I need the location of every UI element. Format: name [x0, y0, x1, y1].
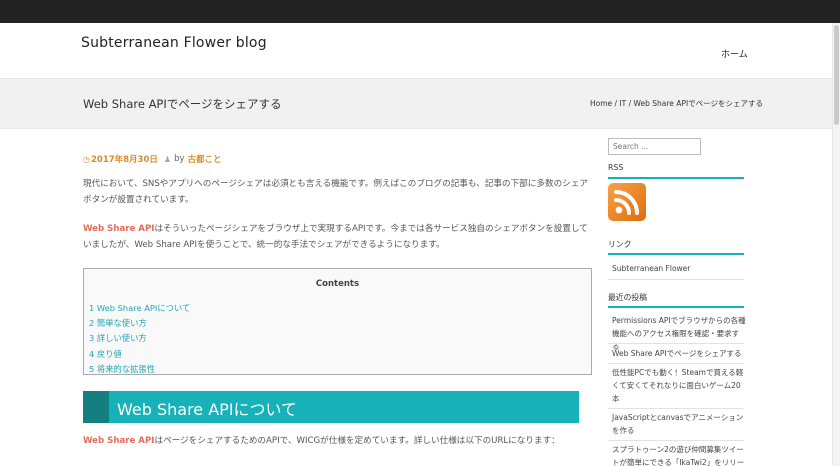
- sidebar-divider: [608, 363, 744, 364]
- widget-title-rss: RSS: [608, 163, 744, 179]
- widget-title-links: リンク: [608, 239, 744, 255]
- toc-title: Contents: [315, 279, 360, 289]
- top-black-bar: [0, 0, 840, 23]
- rss-icon[interactable]: [608, 183, 646, 221]
- sidebar-divider: [608, 440, 744, 441]
- clock-icon: ◷: [83, 154, 90, 164]
- article: ◷ 2017年8月30日 ♟ by 古都こと 現代において、SNSやアプリへのペ…: [83, 152, 593, 446]
- recent-post-item[interactable]: Web Share APIでページをシェアする: [612, 347, 746, 360]
- toc-item[interactable]: 2 簡単な使い方: [89, 316, 190, 331]
- widget-title-recent: 最近の投稿: [608, 292, 744, 308]
- user-icon: ♟: [163, 154, 172, 164]
- sidebar-link-item[interactable]: Subterranean Flower: [612, 262, 746, 275]
- paragraph-text: はページをシェアするためのAPIで、WICGが仕様を定めています。詳しい仕様は以…: [154, 436, 560, 446]
- site-title[interactable]: Subterranean Flower blog: [81, 35, 267, 51]
- post-author[interactable]: 古都こと: [188, 153, 222, 165]
- breadcrumb-current: Web Share APIでページをシェアする: [633, 99, 764, 108]
- section-heading-text: Web Share APIについて: [117, 400, 298, 419]
- toc-item[interactable]: 4 戻り値: [89, 347, 190, 362]
- widget-title-underline: [608, 177, 744, 179]
- breadcrumb-home[interactable]: Home: [590, 99, 612, 108]
- nav-item-home[interactable]: ホーム: [721, 47, 748, 60]
- paragraph-text: はそういったページシェアをブラウザ上で実現するAPIです。今までは各サービス独自…: [83, 224, 588, 250]
- scrollbar-thumb[interactable]: [834, 25, 839, 125]
- recent-post-item[interactable]: 低性能PCでも動く！Steamで買える軽くて安くてそれなりに面白いゲーム20本: [612, 366, 746, 405]
- post-meta: ◷ 2017年8月30日 ♟ by 古都こと: [83, 152, 593, 166]
- breadcrumb: Home / IT / Web Share APIでページをシェアする: [590, 98, 763, 109]
- article-paragraph: Web Share APIはそういったページシェアをブラウザ上で実現するAPIで…: [83, 221, 593, 253]
- article-paragraph: Web Share APIはページをシェアするためのAPIで、WICGが仕様を定…: [83, 433, 593, 449]
- section-heading: Web Share APIについて: [83, 391, 579, 423]
- table-of-contents: Contents 1 Web Share APIについて 2 簡単な使い方 3 …: [83, 268, 592, 375]
- post-date[interactable]: 2017年8月30日: [91, 153, 158, 165]
- article-paragraph: 現代において、SNSやアプリへのページシェアは必須とも言える機能です。例えばこの…: [83, 179, 588, 205]
- widget-title-underline: [608, 253, 744, 255]
- recent-post-item[interactable]: JavaScriptとcanvasでアニメーションを作る: [612, 411, 746, 437]
- sidebar-divider: [608, 408, 744, 409]
- widget-title-text: 最近の投稿: [608, 293, 647, 302]
- section-heading-bar: [83, 391, 109, 423]
- page-title-band: Web Share APIでページをシェアする Home / IT / Web …: [0, 78, 832, 129]
- toc-item[interactable]: 3 詳しい使い方: [89, 331, 190, 346]
- rss-icon-glyph: [614, 190, 639, 215]
- sidebar-divider: [608, 279, 744, 280]
- widget-title-text: リンク: [608, 240, 632, 249]
- toc-item[interactable]: 5 将来的な拡張性: [89, 362, 190, 377]
- breadcrumb-separator: /: [626, 99, 634, 108]
- toc-item[interactable]: 1 Web Share APIについて: [89, 301, 190, 316]
- web-share-api-link[interactable]: Web Share API: [83, 224, 154, 234]
- post-by-label: by: [174, 154, 185, 164]
- toc-list: 1 Web Share APIについて 2 簡単な使い方 3 詳しい使い方 4 …: [89, 301, 190, 377]
- web-share-api-link[interactable]: Web Share API: [83, 436, 154, 446]
- widget-title-text: RSS: [608, 163, 624, 172]
- site-header: Subterranean Flower blog ホーム: [0, 23, 832, 78]
- widget-title-underline: [608, 306, 744, 308]
- search-input[interactable]: [608, 138, 701, 155]
- page-scrollbar[interactable]: [832, 23, 840, 466]
- page-title: Web Share APIでページをシェアする: [83, 97, 282, 111]
- recent-post-item[interactable]: スプラトゥーン2の遊び仲間募集ツイートが簡単にできる「IkaTwi2」をリリー: [612, 443, 746, 466]
- sidebar-divider: [608, 343, 744, 344]
